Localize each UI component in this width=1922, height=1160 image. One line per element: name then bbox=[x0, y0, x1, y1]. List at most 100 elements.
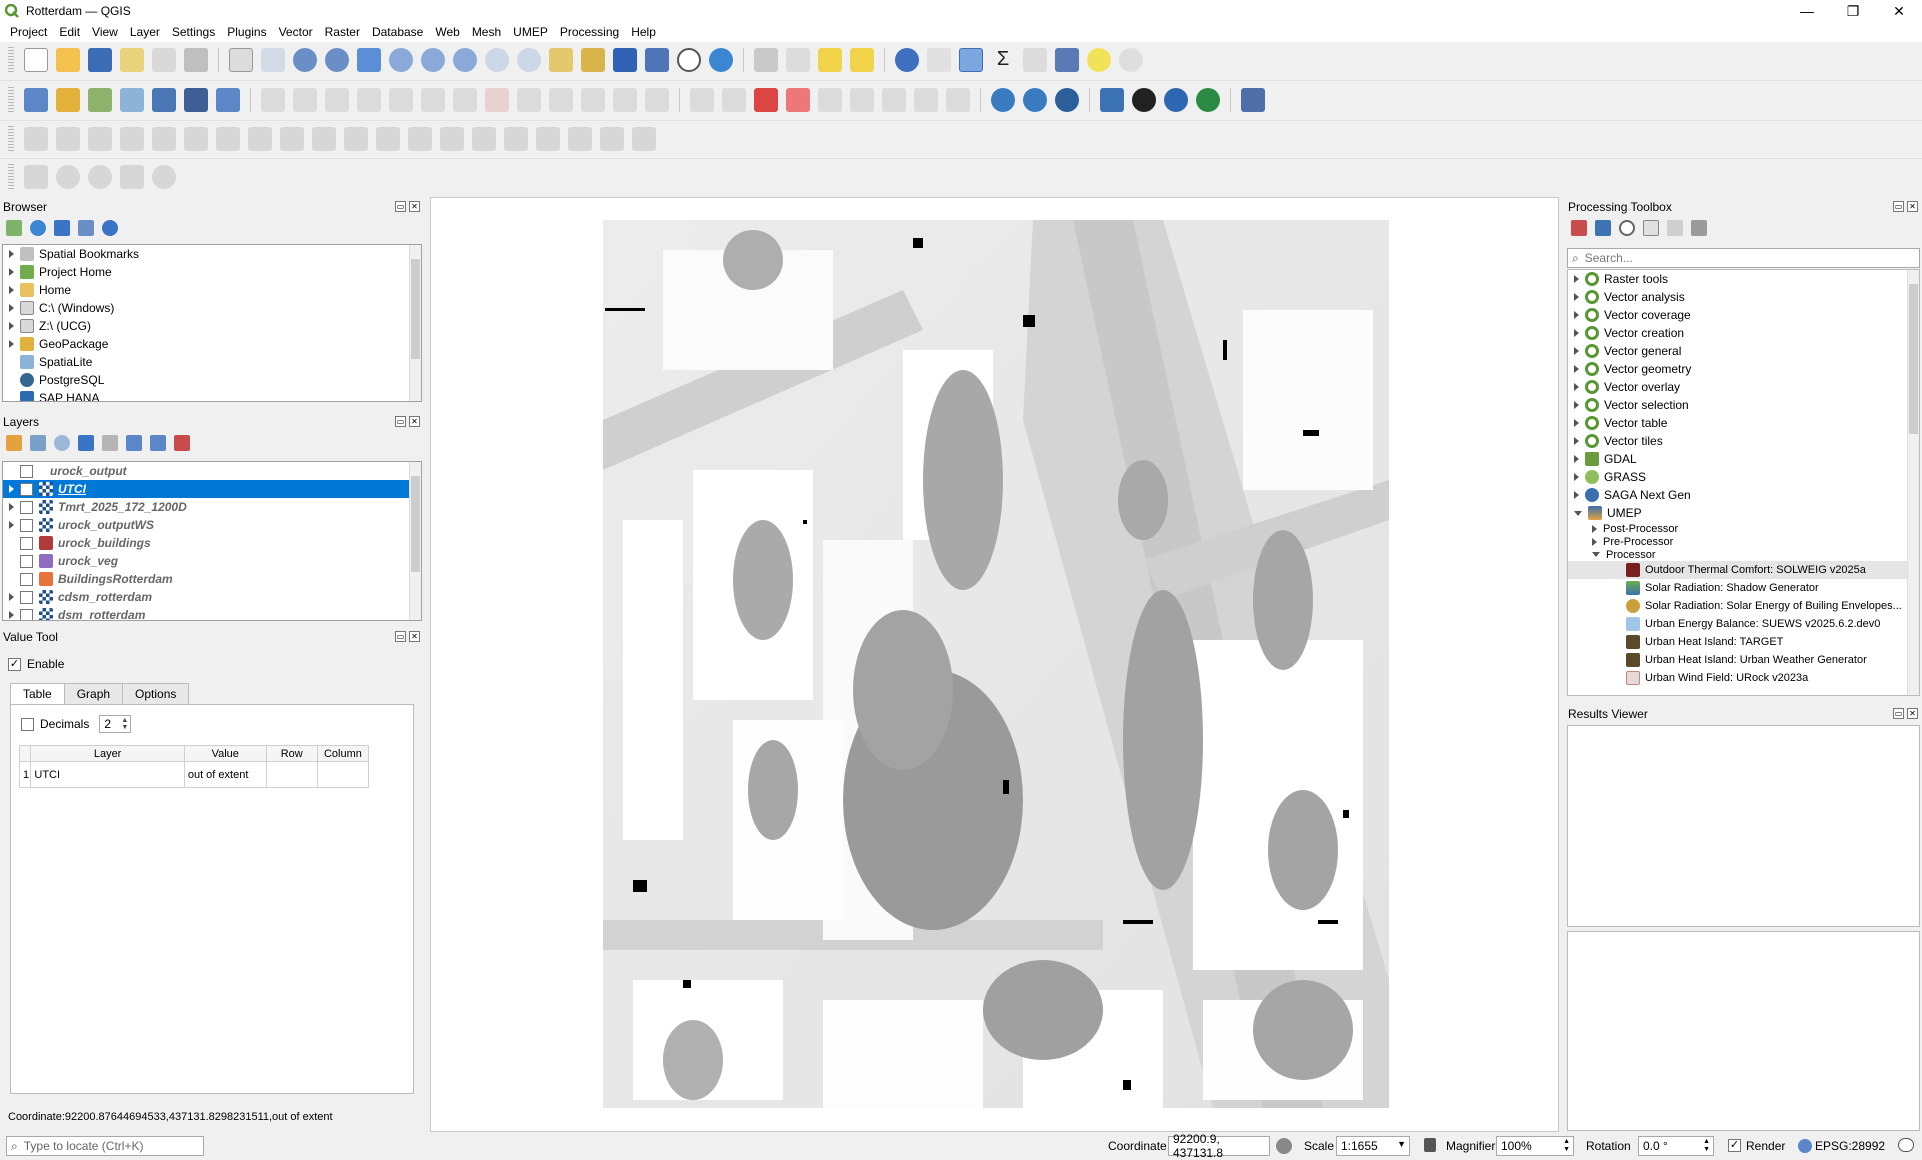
measure-icon[interactable] bbox=[1055, 48, 1079, 72]
zoom-full-icon[interactable] bbox=[357, 48, 381, 72]
open-project-icon[interactable] bbox=[56, 48, 80, 72]
umep-subgroup[interactable]: Pre-Processor bbox=[1568, 535, 1919, 548]
processing-algorithm[interactable]: Urban Energy Balance: SUEWS v2025.6.2.de… bbox=[1568, 615, 1919, 633]
cut-features-icon[interactable] bbox=[517, 87, 541, 112]
float-panel-button[interactable]: ▭ bbox=[395, 416, 406, 427]
float-panel-button[interactable]: ▭ bbox=[1893, 708, 1904, 719]
new-map-view-icon[interactable] bbox=[549, 48, 573, 72]
pin-labels-icon[interactable] bbox=[786, 87, 810, 112]
layer-visibility-checkbox[interactable] bbox=[20, 518, 33, 532]
redo-icon[interactable] bbox=[645, 87, 669, 112]
rotate-point-symbols-icon[interactable] bbox=[600, 126, 624, 151]
layer-item[interactable]: ✓ UTCI bbox=[3, 480, 421, 498]
menu-project[interactable]: Project bbox=[4, 25, 53, 39]
processing-group[interactable]: Vector overlay bbox=[1568, 378, 1919, 396]
new-geopackage-layer-icon[interactable] bbox=[56, 87, 80, 112]
crs-globe-icon[interactable] bbox=[1798, 1139, 1812, 1153]
layer-visibility-checkbox[interactable] bbox=[20, 554, 33, 568]
layer-visibility-checkbox[interactable] bbox=[20, 464, 33, 478]
umep-subgroup[interactable]: Post-Processor bbox=[1568, 522, 1919, 535]
label-properties-icon[interactable] bbox=[946, 87, 970, 112]
select-by-area-icon[interactable] bbox=[818, 48, 842, 72]
menu-mesh[interactable]: Mesh bbox=[466, 25, 507, 39]
select-by-expression-icon[interactable] bbox=[850, 48, 874, 72]
refresh-icon[interactable] bbox=[709, 48, 733, 72]
spinbox-arrows-icon[interactable]: ▲ ▼ bbox=[1563, 1138, 1570, 1154]
lock-scale-icon[interactable] bbox=[1424, 1138, 1436, 1152]
digitize-icon[interactable] bbox=[357, 87, 381, 112]
filter-expression-icon[interactable] bbox=[102, 435, 118, 451]
menu-database[interactable]: Database bbox=[366, 25, 429, 39]
add-wfs-layer-icon[interactable] bbox=[1023, 87, 1047, 112]
add-group-icon[interactable] bbox=[30, 435, 46, 451]
map-tips-icon[interactable] bbox=[1087, 48, 1111, 72]
column-header-layer[interactable]: Layer bbox=[30, 745, 185, 762]
processing-algorithm[interactable]: Urban Heat Island: TARGET bbox=[1568, 633, 1919, 651]
toolbar-grip[interactable] bbox=[8, 163, 14, 190]
close-panel-button[interactable]: ✕ bbox=[1907, 708, 1918, 719]
tab-graph[interactable]: Graph bbox=[63, 683, 124, 704]
zoom-in-icon[interactable] bbox=[293, 48, 317, 72]
copy-features-icon[interactable] bbox=[549, 87, 573, 112]
processing-algorithm[interactable]: Outdoor Thermal Comfort: SOLWEIG v2025a bbox=[1568, 561, 1919, 579]
browser-item[interactable]: C:\ (Windows) bbox=[3, 299, 421, 317]
processing-group[interactable]: Vector selection bbox=[1568, 396, 1919, 414]
new-print-layout-icon[interactable] bbox=[120, 48, 144, 72]
add-feature-icon[interactable] bbox=[389, 87, 413, 112]
layer-visibility-checkbox[interactable] bbox=[20, 590, 33, 604]
processing-search-input[interactable]: ⌕ Search... bbox=[1567, 248, 1920, 268]
field-calculator-icon[interactable] bbox=[1023, 48, 1047, 72]
trim-extend-icon[interactable] bbox=[440, 126, 464, 151]
close-panel-button[interactable]: ✕ bbox=[409, 631, 420, 642]
collapse-all-icon[interactable] bbox=[150, 435, 166, 451]
new-memory-layer-icon[interactable] bbox=[152, 87, 176, 112]
layer-item[interactable]: BuildingsRotterdam bbox=[3, 570, 421, 588]
add-selected-layers-icon[interactable] bbox=[6, 220, 22, 236]
table-row[interactable]: 1 UTCI out of extent bbox=[18, 761, 370, 788]
tab-options[interactable]: Options bbox=[122, 683, 190, 704]
column-header-column[interactable]: Column bbox=[316, 745, 370, 762]
processing-group[interactable]: Vector geometry bbox=[1568, 360, 1919, 378]
rotate-feature-icon[interactable] bbox=[88, 126, 112, 151]
models-icon[interactable] bbox=[1571, 220, 1587, 236]
coordinate-field[interactable]: 92200.9, 437131.8 bbox=[1168, 1132, 1270, 1160]
messages-icon[interactable] bbox=[1898, 1138, 1914, 1152]
plugin-reloader-icon[interactable] bbox=[1164, 87, 1188, 112]
menu-web[interactable]: Web bbox=[429, 25, 465, 39]
rotation-spinbox[interactable]: 0.0 ° ▲ ▼ bbox=[1638, 1136, 1714, 1156]
maximize-button[interactable]: ❐ bbox=[1830, 0, 1876, 22]
properties-icon[interactable] bbox=[102, 220, 118, 236]
add-ring-icon[interactable] bbox=[184, 126, 208, 151]
float-panel-button[interactable]: ▭ bbox=[1893, 201, 1904, 212]
add-rectangle-icon[interactable] bbox=[120, 164, 144, 189]
split-features-icon[interactable] bbox=[472, 126, 496, 151]
reverse-line-icon[interactable] bbox=[408, 126, 432, 151]
processing-group[interactable]: GDAL bbox=[1568, 450, 1919, 468]
browser-item[interactable]: Z:\ (UCG) bbox=[3, 317, 421, 335]
layer-diagram-icon[interactable] bbox=[722, 87, 746, 112]
processing-algorithm[interactable]: Urban Heat Island: Urban Weather Generat… bbox=[1568, 651, 1919, 669]
collapse-all-icon[interactable] bbox=[78, 220, 94, 236]
layer-item[interactable]: urock_output bbox=[3, 462, 421, 480]
filter-icon[interactable] bbox=[54, 220, 70, 236]
temporal-controller-icon[interactable] bbox=[677, 48, 701, 72]
browser-item[interactable]: GeoPackage bbox=[3, 335, 421, 353]
processing-group[interactable]: Vector table bbox=[1568, 414, 1919, 432]
magnifier-spinbox[interactable]: 100% ▲ ▼ bbox=[1496, 1136, 1574, 1156]
float-panel-button[interactable]: ▭ bbox=[395, 201, 406, 212]
identify-icon[interactable] bbox=[895, 48, 919, 72]
zoom-native-icon[interactable] bbox=[453, 48, 477, 72]
change-label-icon[interactable] bbox=[914, 87, 938, 112]
decimals-checkbox[interactable] bbox=[21, 717, 34, 731]
show-hide-labels-icon[interactable] bbox=[818, 87, 842, 112]
layer-visibility-checkbox[interactable] bbox=[20, 536, 33, 550]
pan-icon[interactable] bbox=[229, 48, 253, 72]
delete-part-icon[interactable] bbox=[312, 126, 336, 151]
processing-algorithm[interactable]: Urban Wind Field: URock v2023a bbox=[1568, 669, 1919, 687]
show-bookmarks-icon[interactable] bbox=[645, 48, 669, 72]
scripts-icon[interactable] bbox=[1595, 220, 1611, 236]
open-attribute-table-icon[interactable] bbox=[786, 48, 810, 72]
paste-features-icon[interactable] bbox=[581, 87, 605, 112]
refresh-icon[interactable] bbox=[30, 220, 46, 236]
close-panel-button[interactable]: ✕ bbox=[1907, 201, 1918, 212]
